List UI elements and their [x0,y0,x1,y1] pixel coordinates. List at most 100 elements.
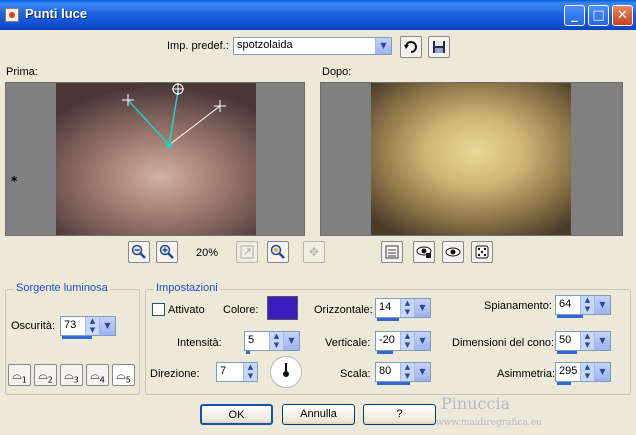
darkness-slider[interactable] [62,336,92,339]
watermark-name: Pinuccia [441,394,511,413]
asymmetry-dropdown[interactable]: ▼ [594,363,610,381]
vertical-dropdown[interactable]: ▼ [414,332,430,350]
fit-window-icon [240,245,254,259]
zoom-in-button[interactable] [156,241,178,263]
scale-value: 80 [379,365,392,377]
flatten-spinbox[interactable]: 64 ▲ ▼ ▼ [555,295,611,318]
zoom-level: 20% [196,247,219,259]
horizontal-slider[interactable] [377,318,399,321]
asymmetry-stepper[interactable]: ▲ ▼ [580,363,594,381]
scale-spinbox[interactable]: 80 ▲ ▼ ▼ [375,362,431,385]
light-handles[interactable]: * [6,83,305,236]
maximize-button[interactable]: □ [588,5,609,26]
show-lights-toggle[interactable] [381,241,403,263]
list-icon [385,245,399,259]
darkness-dropdown[interactable]: ▼ [99,317,115,335]
help-button[interactable]: ? [363,404,436,425]
horizontal-value: 14 [379,301,392,313]
vertical-slider[interactable] [377,351,393,354]
close-button[interactable]: ✕ [612,5,633,26]
darkness-spinbox[interactable]: 73 ▲ ▼ ▼ [60,316,116,339]
spotlight-icon: ⌓ [38,368,48,382]
auto-proof-toggle[interactable] [413,241,435,263]
save-icon [433,41,445,53]
move-icon: ✥ [308,245,320,259]
svg-text:*: * [11,174,18,188]
flatten-slider[interactable] [557,315,583,318]
title-bar: Punti luce _ □ ✕ [0,0,636,30]
direction-value: 7 [220,365,227,377]
darkness-label: Oscurità: [11,320,56,332]
flatten-value: 64 [559,298,572,310]
pan-button[interactable]: ✥ [303,241,325,263]
eye-lock-icon [416,246,432,258]
vertical-label: Verticale: [325,337,371,349]
horizontal-label: Orizzontale: [314,304,373,316]
zoom-in-icon [159,244,174,259]
zoom-fit-icon [270,244,285,259]
light-source-title: Sorgente luminosa [14,282,110,294]
cone-size-value: 50 [559,334,572,346]
eye-icon [445,247,461,257]
intensity-stepper[interactable]: ▲ ▼ [269,332,283,350]
zoom-out-button[interactable] [128,241,150,263]
asymmetry-slider[interactable] [557,382,571,385]
before-preview[interactable]: * [5,82,305,236]
zoom-100-button[interactable] [236,241,258,263]
direction-stepper[interactable]: ▲ ▼ [243,363,257,381]
before-label: Prima: [6,66,38,78]
asymmetry-value: 295 [559,365,578,377]
scale-dropdown[interactable]: ▼ [414,363,430,381]
dial-pointer-icon [283,363,289,377]
light-5-button[interactable]: ⌓5 [112,364,135,386]
direction-dial[interactable] [270,356,302,388]
flatten-stepper[interactable]: ▲ ▼ [580,296,594,314]
light-2-button[interactable]: ⌓2 [34,364,57,386]
cone-size-dropdown[interactable]: ▼ [594,332,610,350]
enabled-label: Attivato [168,304,205,316]
cone-size-label: Dimensioni del cono: [452,337,555,349]
color-swatch[interactable] [267,296,298,320]
scale-label: Scala: [340,368,371,380]
light-4-button[interactable]: ⌓4 [86,364,109,386]
vertical-spinbox[interactable]: -20 ▲ ▼ ▼ [375,331,431,354]
zoom-fit-button[interactable] [267,241,289,263]
randomize-button[interactable] [471,241,493,263]
preset-label: Imp. predef.: [167,40,229,52]
darkness-value: 73 [64,319,77,331]
spotlight-icon: ⌓ [12,368,22,382]
horizontal-stepper[interactable]: ▲ ▼ [400,299,414,317]
cone-size-slider[interactable] [557,351,577,354]
chevron-down-icon: ▼ [375,38,391,54]
intensity-dropdown[interactable]: ▼ [283,332,299,350]
horizontal-spinbox[interactable]: 14 ▲ ▼ ▼ [375,298,431,321]
reset-preset-button[interactable] [400,36,422,58]
light-3-button[interactable]: ⌓3 [60,364,83,386]
scale-stepper[interactable]: ▲ ▼ [400,363,414,381]
zoom-out-icon [131,244,146,259]
save-preset-button[interactable] [428,36,450,58]
cancel-button[interactable]: Annulla [282,404,355,425]
cone-size-spinbox[interactable]: 50 ▲ ▼ ▼ [555,331,611,354]
minimize-button[interactable]: _ [564,5,585,26]
cone-size-stepper[interactable]: ▲ ▼ [580,332,594,350]
scale-slider[interactable] [377,382,410,385]
preset-dropdown[interactable]: spotzolaida ▼ [233,37,392,55]
proof-button[interactable] [442,241,464,263]
ok-button[interactable]: OK [200,404,273,425]
intensity-label: Intensità: [177,337,222,349]
intensity-spinbox[interactable]: 5 ▲ ▼ ▼ [244,331,300,354]
spotlight-icon: ⌓ [64,368,74,382]
horizontal-dropdown[interactable]: ▼ [414,299,430,317]
intensity-slider[interactable] [246,351,250,354]
darkness-stepper[interactable]: ▲ ▼ [85,317,99,335]
light-1-button[interactable]: ⌓1 [8,364,31,386]
asymmetry-spinbox[interactable]: 295 ▲ ▼ ▼ [555,362,611,385]
intensity-value: 5 [248,334,255,346]
enabled-checkbox[interactable] [152,303,165,316]
flatten-dropdown[interactable]: ▼ [594,296,610,314]
after-label: Dopo: [322,66,352,78]
after-preview [320,82,623,236]
direction-spinbox[interactable]: 7 ▲ ▼ [216,362,258,382]
vertical-stepper[interactable]: ▲ ▼ [400,332,414,350]
